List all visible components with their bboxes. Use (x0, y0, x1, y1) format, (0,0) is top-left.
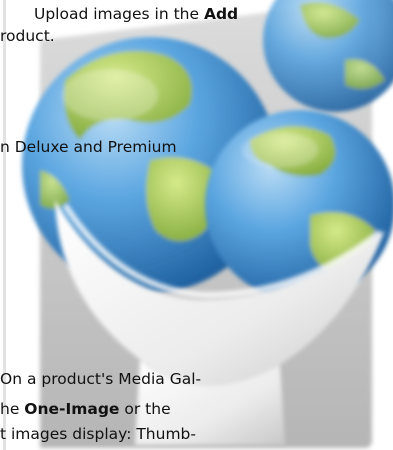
paragraph-2-line-1: n Deluxe and Premium (0, 138, 177, 156)
paragraph-3-line-3: t images display: Thumb- (0, 425, 196, 443)
paragraph-3-line-1: On a product's Media Gal- (0, 370, 202, 388)
paragraph-1-text: Upload images in the (34, 5, 204, 23)
add-bold-label: Add (203, 5, 239, 23)
paragraph-1-line-1: Upload images in the Add (34, 4, 238, 24)
one-image-bold-label: One-Image (24, 400, 120, 418)
paragraph-3-line-2: he One-Image or the (0, 400, 171, 418)
document-page: Upload images in the Add roduct. n Delux… (0, 0, 393, 450)
paragraph-1-line-2: roduct. (0, 27, 55, 45)
